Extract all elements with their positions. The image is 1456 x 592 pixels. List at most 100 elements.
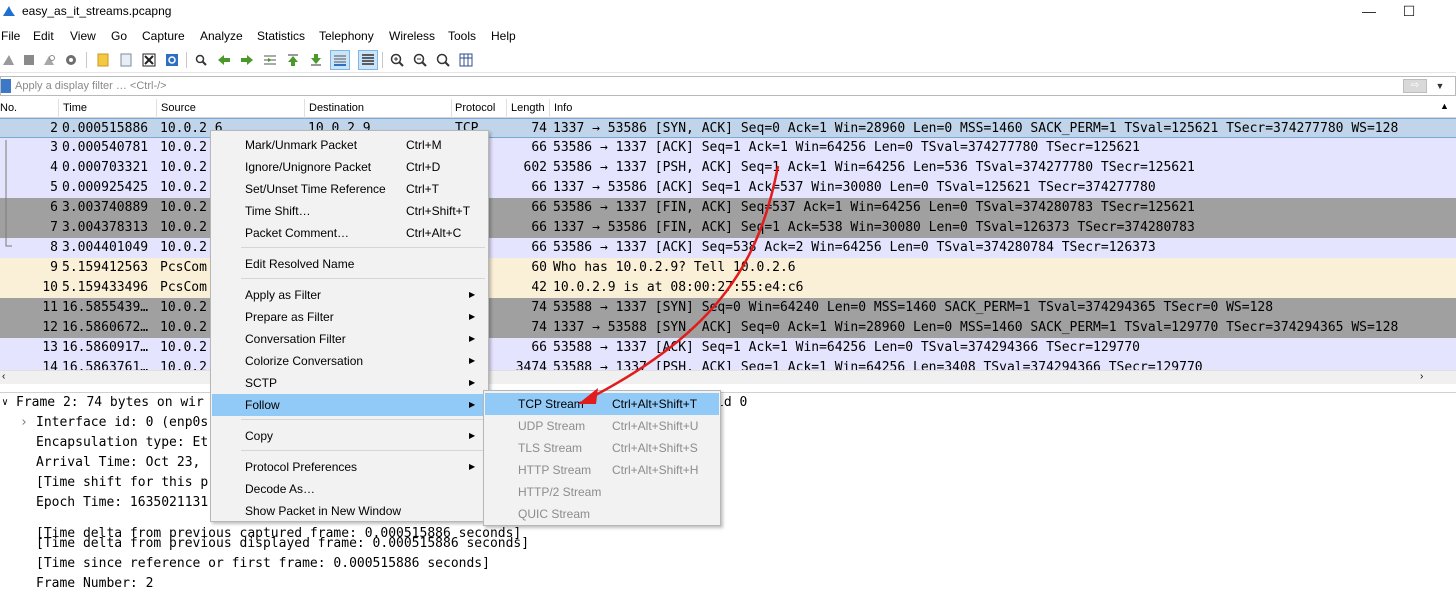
- menu-item-conversation-filter[interactable]: Conversation Filter ▶: [212, 328, 487, 350]
- cell-source: PcsCom: [160, 260, 207, 275]
- menu-item-apply-as-filter[interactable]: Apply as Filter ▶: [212, 284, 487, 306]
- shark-start-icon[interactable]: [0, 51, 18, 69]
- maximize-button[interactable]: ☐: [1386, 0, 1432, 24]
- menu-item-tcp-stream[interactable]: TCP Stream Ctrl+Alt+Shift+T: [485, 393, 719, 415]
- column-length[interactable]: Length: [511, 102, 545, 116]
- menu-item-http2-stream[interactable]: HTTP/2 Stream: [485, 481, 719, 503]
- main-toolbar: [0, 47, 1456, 73]
- column-destination[interactable]: Destination: [309, 102, 364, 116]
- auto-scroll-icon[interactable]: [330, 50, 350, 70]
- menu-help[interactable]: Help: [491, 29, 516, 43]
- back-icon[interactable]: [215, 51, 233, 69]
- column-time[interactable]: Time: [63, 102, 87, 116]
- go-to-packet-icon[interactable]: [261, 51, 279, 69]
- menu-item-colorize-conversation[interactable]: Colorize Conversation ▶: [212, 350, 487, 372]
- options-icon[interactable]: [62, 51, 80, 69]
- filter-history-chevron-down-icon[interactable]: ▼: [1433, 79, 1447, 93]
- menu-edit[interactable]: Edit: [33, 29, 54, 43]
- cell-no: 13: [42, 340, 58, 355]
- cell-length: 66: [531, 200, 547, 215]
- menu-item-sctp[interactable]: SCTP ▶: [212, 372, 487, 394]
- packet-context-menu: Mark/Unmark Packet Ctrl+M Ignore/Unignore…: [210, 130, 489, 522]
- menu-item-udp-stream[interactable]: UDP Stream Ctrl+Alt+Shift+U: [485, 415, 719, 437]
- first-packet-icon[interactable]: [284, 51, 302, 69]
- submenu-arrow-icon: ▶: [469, 312, 476, 321]
- menu-item-show-packet-new-window[interactable]: Show Packet in New Window: [212, 500, 487, 522]
- tree-item[interactable]: [Time shift for this p: [36, 473, 208, 493]
- expander-chevron-down-icon[interactable]: ∨: [2, 393, 8, 413]
- menu-wireless[interactable]: Wireless: [389, 29, 435, 43]
- menu-capture[interactable]: Capture: [142, 29, 185, 43]
- conversation-bracket: [5, 140, 12, 247]
- cell-info: 53586 → 1337 [FIN, ACK] Seq=537 Ack=1 Wi…: [553, 200, 1195, 215]
- submenu-arrow-icon: ▶: [469, 356, 476, 365]
- cell-source: 10.0.2: [160, 340, 207, 355]
- menu-item-edit-resolved-name[interactable]: Edit Resolved Name: [212, 253, 487, 275]
- menu-item-follow[interactable]: Follow ▶: [212, 394, 487, 416]
- column-no[interactable]: No.: [0, 102, 17, 116]
- resize-columns-icon[interactable]: [457, 51, 475, 69]
- menu-view[interactable]: View: [70, 29, 96, 43]
- cell-source: PcsCom: [160, 280, 207, 295]
- menu-item-time-shift[interactable]: Time Shift… Ctrl+Shift+T: [212, 200, 487, 222]
- display-filter-input[interactable]: [15, 78, 1395, 94]
- menu-item-ignore-packet[interactable]: Ignore/Unignore Packet Ctrl+D: [212, 156, 487, 178]
- scroll-right-icon[interactable]: ›: [1420, 371, 1423, 382]
- column-info[interactable]: Info: [554, 102, 572, 116]
- column-protocol[interactable]: Protocol: [455, 102, 495, 116]
- scroll-up-icon[interactable]: ▲: [1440, 101, 1449, 111]
- menu-item-time-reference[interactable]: Set/Unset Time Reference Ctrl+T: [212, 178, 487, 200]
- apply-filter-arrow-icon[interactable]: ⇨: [1403, 79, 1427, 93]
- cell-info: 1337 → 53586 [SYN, ACK] Seq=0 Ack=1 Win=…: [553, 121, 1399, 136]
- display-filter-bar: ⇨ ▼: [0, 76, 1456, 96]
- cell-length: 74: [531, 121, 547, 136]
- menu-item-tls-stream[interactable]: TLS Stream Ctrl+Alt+Shift+S: [485, 437, 719, 459]
- menu-item-decode-as[interactable]: Decode As…: [212, 478, 487, 500]
- menu-go[interactable]: Go: [111, 29, 127, 43]
- submenu-arrow-icon: ▶: [469, 431, 476, 440]
- cell-source: 10.0.2: [160, 320, 207, 335]
- menu-file[interactable]: File: [1, 29, 20, 43]
- tree-item[interactable]: Epoch Time: 1635021131: [36, 493, 208, 513]
- close-file-icon[interactable]: [140, 51, 158, 69]
- cell-length: 42: [531, 280, 547, 295]
- tree-item[interactable]: [Time since reference or first frame: 0.…: [36, 554, 490, 574]
- restart-icon[interactable]: [40, 51, 58, 69]
- tree-item[interactable]: Frame Number: 2: [36, 574, 153, 592]
- menu-item-copy[interactable]: Copy ▶: [212, 425, 487, 447]
- cell-info: 1337 → 53586 [FIN, ACK] Seq=1 Ack=538 Wi…: [553, 220, 1195, 235]
- menu-item-http-stream[interactable]: HTTP Stream Ctrl+Alt+Shift+H: [485, 459, 719, 481]
- menu-statistics[interactable]: Statistics: [257, 29, 305, 43]
- menu-item-prepare-as-filter[interactable]: Prepare as Filter ▶: [212, 306, 487, 328]
- cell-info: 1337 → 53588 [SYN, ACK] Seq=0 Ack=1 Win=…: [553, 320, 1399, 335]
- cell-length: 74: [531, 320, 547, 335]
- menu-item-mark-packet[interactable]: Mark/Unmark Packet Ctrl+M: [212, 134, 487, 156]
- menu-item-quic-stream[interactable]: QUIC Stream: [485, 503, 719, 525]
- menu-item-packet-comment[interactable]: Packet Comment… Ctrl+Alt+C: [212, 222, 487, 244]
- last-packet-icon[interactable]: [307, 51, 325, 69]
- open-icon[interactable]: [94, 51, 112, 69]
- save-icon[interactable]: [117, 51, 135, 69]
- menu-telephony[interactable]: Telephony: [319, 29, 374, 43]
- normal-size-icon[interactable]: [434, 51, 452, 69]
- forward-icon[interactable]: [238, 51, 256, 69]
- colorize-icon[interactable]: [358, 50, 378, 70]
- reload-icon[interactable]: [163, 51, 181, 69]
- stop-icon[interactable]: [20, 51, 38, 69]
- tree-item[interactable]: Encapsulation type: Et: [36, 433, 208, 453]
- menu-analyze[interactable]: Analyze: [200, 29, 243, 43]
- cell-source: 10.0.2: [160, 140, 207, 155]
- column-source[interactable]: Source: [161, 102, 196, 116]
- tree-item[interactable]: Arrival Time: Oct 23,: [36, 453, 208, 473]
- filter-bookmark-icon[interactable]: [1, 79, 11, 93]
- tree-item[interactable]: [Time delta from previous displayed fram…: [36, 534, 529, 554]
- menu-item-protocol-preferences[interactable]: Protocol Preferences ▶: [212, 456, 487, 478]
- menu-tools[interactable]: Tools: [448, 29, 476, 43]
- expander-chevron-right-icon[interactable]: ›: [20, 413, 28, 433]
- zoom-in-icon[interactable]: [388, 51, 406, 69]
- find-icon[interactable]: [192, 51, 210, 69]
- cell-info: Who has 10.0.2.9? Tell 10.0.2.6: [553, 260, 796, 275]
- zoom-out-icon[interactable]: [411, 51, 429, 69]
- scroll-left-icon[interactable]: ‹: [2, 371, 5, 382]
- submenu-arrow-icon: ▶: [469, 462, 476, 471]
